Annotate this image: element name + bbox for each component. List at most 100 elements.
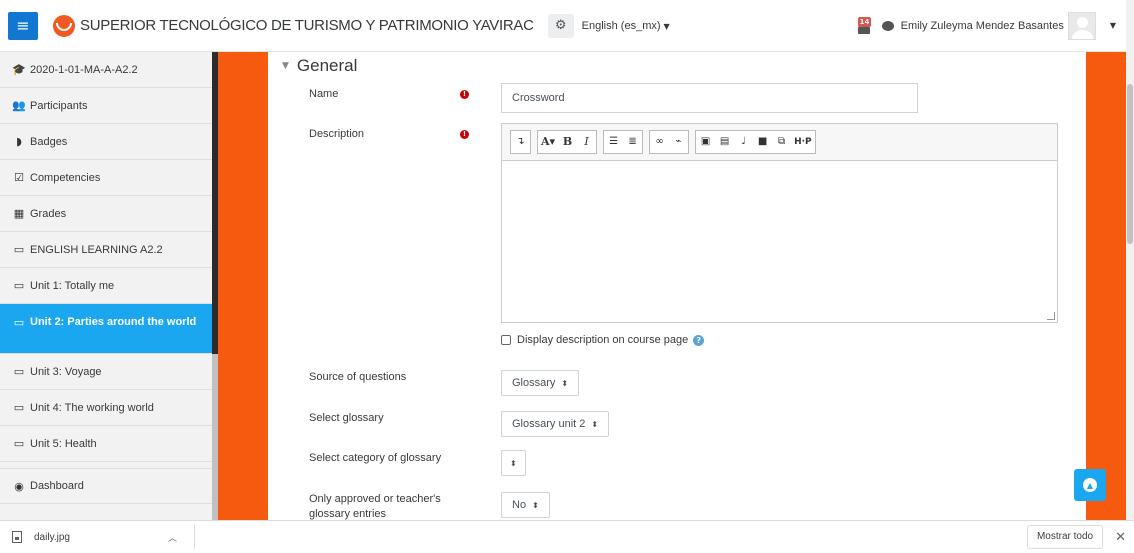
source-label: Source of questions [309,371,407,383]
display-description-checkbox[interactable] [501,335,511,345]
page-scrollbar-thumb[interactable] [1127,84,1133,244]
drawer-item-badges[interactable]: ◗ Badges [0,124,212,160]
description-editor: ↴ A▾ B I ☰ ≣ ∞ ⌁ ▣ ▤ ♩ ■ ⧉ H·P [501,123,1058,323]
drawer-item-course[interactable]: 🎓 2020-1-01-MA-A-A2.2 [0,52,212,88]
folder-icon: ▭ [13,437,25,450]
divider [193,525,195,549]
collapse-toolbar-icon[interactable]: ↴ [511,131,530,153]
chevron-up-icon[interactable]: ︿ [168,531,177,544]
drawer-item-participants[interactable]: 👥 Participants [0,88,212,124]
glossary-value: Glossary unit 2 [512,418,586,430]
site-name[interactable]: SUPERIOR TECNOLÓGICO DE TURISMO Y PATRIM… [80,17,534,34]
avatar[interactable] [1067,11,1096,40]
table-icon: ▦ [13,207,25,220]
bold-button[interactable]: B [558,131,577,153]
folder-icon: ▭ [13,243,25,256]
top-navbar: ≡ SUPERIOR TECNOLÓGICO DE TURISMO Y PATR… [0,0,1126,52]
approved-value: No [512,499,527,511]
resize-handle[interactable] [1047,312,1055,320]
drawer-item-label: Dashboard [30,480,84,492]
required-icon: ! [460,90,469,99]
help-icon[interactable]: ? [693,334,705,346]
link-icon[interactable]: ∞ [650,131,669,153]
unlink-icon[interactable]: ⌁ [669,131,688,153]
category-label: Select category of glossary [309,452,442,464]
close-icon[interactable]: ✕ [1115,530,1126,545]
media-icon[interactable]: ▤ [715,131,734,153]
folder-icon: ▭ [13,365,25,378]
drawer-item-label: Unit 2: Parties around the world [30,316,197,328]
name-field[interactable] [501,83,918,113]
display-description-label[interactable]: Display description on course page [517,334,688,346]
gears-icon[interactable]: ⚙ [547,13,574,38]
drawer-item-label: Grades [30,207,67,220]
language-menu[interactable]: English (es_mx) ▼ [582,20,670,32]
required-icon: ! [460,130,469,139]
glossary-select[interactable]: Glossary unit 2 ⬍ [501,411,610,437]
section-header-general[interactable]: ▼ General [282,56,357,76]
drawer-item-label: ENGLISH LEARNING A2.2 [30,243,163,256]
download-shelf: daily.jpg ︿ Mostrar todo ✕ [0,520,1134,553]
show-all-button[interactable]: Mostrar todo [1026,525,1104,549]
chevron-up-icon: ▲ [1083,478,1097,492]
section-title: General [296,56,358,75]
users-icon: 👥 [12,99,26,112]
video-camera-icon[interactable]: ■ [753,131,772,153]
glossary-label: Select glossary [309,412,384,424]
description-textarea[interactable] [502,160,1057,322]
select-arrows-icon: ⬍ [532,501,539,510]
folder-icon: ▭ [13,401,25,414]
drawer-item-dashboard[interactable]: ◉ Dashboard [0,468,212,504]
folder-icon: ▭ [13,316,25,329]
back-to-top-button[interactable]: ▲ [1074,469,1106,501]
italic-button[interactable]: I [577,131,596,153]
download-file-name[interactable]: daily.jpg [34,532,70,543]
image-icon[interactable]: ▣ [696,131,715,153]
category-select[interactable]: ⬍ [501,450,526,476]
caret-down-icon: ▼ [282,61,289,71]
select-arrows-icon: ⬍ [510,459,517,468]
manage-files-icon[interactable]: ⧉ [772,131,791,153]
drawer-item-label: Unit 3: Voyage [30,365,102,378]
site-logo[interactable] [53,14,75,37]
dashboard-icon: ◉ [14,479,24,493]
drawer-item-unit-3[interactable]: ▭ Unit 3: Voyage [0,354,212,390]
unordered-list-icon[interactable]: ☰ [604,131,623,153]
drawer-item-unit-2[interactable]: ▭ Unit 2: Parties around the world [0,304,212,354]
microphone-icon[interactable]: ♩ [734,131,753,153]
page-background-left [218,52,268,520]
drawer-item-label: Unit 5: Health [30,437,97,450]
hamburger-icon[interactable]: ≡ [8,11,38,40]
drawer-item-unit-1[interactable]: ▭ Unit 1: Totally me [0,268,212,304]
notification-count-badge: 14 [857,16,872,27]
drawer-item-competencies[interactable]: ☑ Competencies [0,160,212,196]
font-style-button[interactable]: A▾ [538,131,558,153]
ordered-list-icon[interactable]: ≣ [623,131,642,153]
notifications-button[interactable]: 14 [856,16,872,35]
source-select[interactable]: Glossary ⬍ [501,370,580,396]
page-scrollbar[interactable] [1126,0,1134,520]
drawer-item-unit-5[interactable]: ▭ Unit 5: Health [0,426,212,462]
language-label: English (es_mx) [581,19,661,32]
shield-icon: ◗ [16,135,22,148]
display-description-row: Display description on course page ? [501,334,705,346]
approved-select[interactable]: No ⬍ [501,492,550,518]
drawer-item-unit-4[interactable]: ▭ Unit 4: The working world [0,390,212,426]
folder-icon: ▭ [13,279,25,292]
drawer-item-grades[interactable]: ▦ Grades [0,196,212,232]
drawer-item-label: 2020-1-01-MA-A-A2.2 [30,63,138,76]
message-icon[interactable] [881,20,894,31]
drawer-item-english-learning[interactable]: ▭ ENGLISH LEARNING A2.2 [0,232,212,268]
nav-drawer: 🎓 2020-1-01-MA-A-A2.2 👥 Participants ◗ Badg… [0,52,212,520]
h5p-icon[interactable]: H·P [791,131,815,153]
user-name[interactable]: Emily Zuleyma Mendez Basantes [901,20,1064,32]
caret-down-icon[interactable]: ▼ [1110,21,1116,30]
caret-down-icon: ▼ [663,21,670,31]
select-arrows-icon: ⬍ [561,379,569,388]
select-arrows-icon: ⬍ [591,420,599,429]
approved-label: Only approved or teacher's glossary entr… [309,493,441,520]
file-icon [12,531,22,543]
editor-toolbar: ↴ A▾ B I ☰ ≣ ∞ ⌁ ▣ ▤ ♩ ■ ⧉ H·P [502,124,1057,160]
checkbox-icon: ☑ [14,171,24,184]
description-label: Description [309,128,365,140]
